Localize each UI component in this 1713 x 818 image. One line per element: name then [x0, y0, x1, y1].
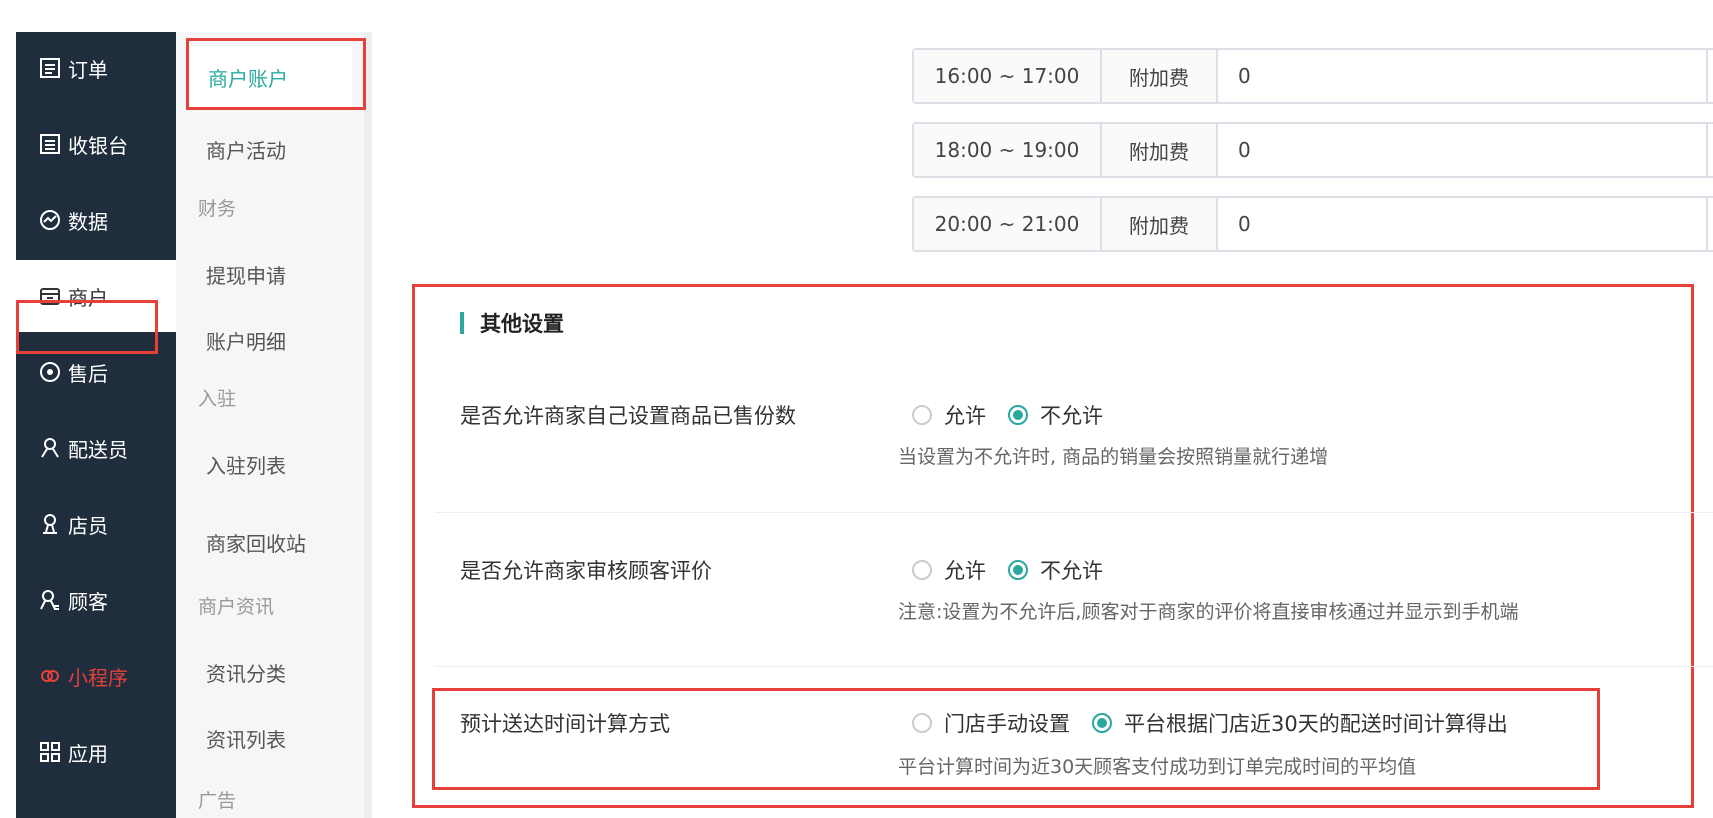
submenu-item-news-list[interactable]: 资讯列表: [206, 724, 286, 753]
sidebar-item-label: 应用: [68, 741, 108, 766]
sidebar-item-label: 售后: [68, 361, 108, 386]
radio-group-review: 允许 不允许: [912, 555, 1125, 585]
after-sales-icon: [38, 360, 62, 384]
section-accent-bar: [460, 312, 464, 334]
sidebar-item-clerk[interactable]: 店员: [16, 488, 176, 560]
setting-label-delivery-time: 预计送达时间计算方式: [460, 712, 670, 736]
radio-label: 允许: [944, 404, 986, 428]
radio-circle: [1092, 713, 1112, 733]
sidebar-item-data[interactable]: 数据: [16, 184, 176, 256]
sidebar-item-merchant[interactable]: 商户: [16, 260, 176, 332]
radio-circle: [1008, 405, 1028, 425]
sidebar-item-customer[interactable]: 顾客: [16, 564, 176, 636]
order-list-icon: [38, 56, 62, 80]
submenu-item-merchant-account[interactable]: 商户账户: [190, 46, 352, 108]
submenu-group-finance: 财务: [198, 198, 237, 220]
section-title-other-settings: 其他设置: [460, 308, 564, 338]
radio-label: 平台根据门店近30天的配送时间计算得出: [1124, 712, 1508, 736]
radio-platform-calculated[interactable]: 平台根据门店近30天的配送时间计算得出: [1092, 708, 1508, 738]
data-chart-icon: [38, 208, 62, 232]
sidebar-item-after-sales[interactable]: 售后: [16, 336, 176, 408]
time-surcharge-row: 16:00 ~ 17:00 附加费 0: [912, 48, 1713, 104]
radio-circle: [912, 713, 932, 733]
submenu-item-merchant-activity[interactable]: 商户活动: [206, 135, 286, 164]
clerk-icon: [38, 512, 62, 536]
section-title-text: 其他设置: [480, 312, 564, 336]
setting-label-sold-count: 是否允许商家自己设置商品已售份数: [460, 404, 796, 428]
submenu-item-withdraw[interactable]: 提现申请: [206, 260, 286, 289]
sidebar-item-label: 订单: [68, 57, 108, 82]
sidebar-item-label: 数据: [68, 209, 108, 234]
radio-label: 允许: [944, 559, 986, 583]
sidebar-item-apps[interactable]: 应用: [16, 716, 176, 788]
surcharge-label: 附加费: [1102, 50, 1218, 102]
surcharge-label: 附加费: [1102, 198, 1218, 250]
radio-allow-review[interactable]: 允许: [912, 555, 986, 585]
courier-icon: [38, 436, 62, 460]
surcharge-input[interactable]: 0: [1218, 124, 1708, 176]
setting-hint-sold-count: 当设置为不允许时, 商品的销量会按照销量就行递增: [898, 446, 1329, 468]
sidebar-item-label: 商户: [68, 285, 108, 310]
radio-label: 不允许: [1040, 404, 1103, 428]
sidebar-item-orders[interactable]: 订单: [16, 32, 176, 104]
surcharge-input[interactable]: 0: [1218, 50, 1708, 102]
sidebar-item-courier[interactable]: 配送员: [16, 412, 176, 484]
sidebar-item-label: 配送员: [68, 437, 128, 462]
time-range: 18:00 ~ 19:00: [914, 124, 1102, 176]
submenu-item-recycle[interactable]: 商家回收站: [206, 528, 306, 557]
submenu-group-news: 商户资讯: [198, 596, 275, 618]
submenu-item-account-detail[interactable]: 账户明细: [206, 326, 286, 355]
divider: [434, 666, 1713, 667]
setting-hint-delivery-time: 平台计算时间为近30天顾客支付成功到订单完成时间的平均值: [898, 756, 1417, 778]
radio-circle: [1008, 560, 1028, 580]
submenu-group-settle: 入驻: [198, 388, 237, 410]
radio-group-delivery-time: 门店手动设置 平台根据门店近30天的配送时间计算得出: [912, 708, 1530, 738]
radio-allow-sold-count[interactable]: 允许: [912, 400, 986, 430]
secondary-sidebar: 商户账户 商户活动 财务 提现申请 账户明细 入驻 入驻列表 商家回收站 商户资…: [176, 32, 372, 818]
submenu-item-settle-list[interactable]: 入驻列表: [206, 450, 286, 479]
sidebar-item-label: 顾客: [68, 589, 108, 614]
submenu-group-ads: 广告: [198, 790, 237, 812]
sidebar-item-cashier[interactable]: 收银台: [16, 108, 176, 180]
mini-program-icon: [38, 664, 62, 688]
sidebar-item-label: 小程序: [68, 665, 128, 690]
radio-group-sold-count: 允许 不允许: [912, 400, 1125, 430]
sidebar-item-label: 店员: [68, 513, 108, 538]
radio-label: 门店手动设置: [944, 712, 1070, 736]
divider: [434, 512, 1713, 513]
customer-icon: [38, 588, 62, 612]
submenu-item-news-category[interactable]: 资讯分类: [206, 658, 286, 687]
radio-disallow-review[interactable]: 不允许: [1008, 555, 1103, 585]
time-range: 20:00 ~ 21:00: [914, 198, 1102, 250]
surcharge-input[interactable]: 0: [1218, 198, 1708, 250]
primary-sidebar: 订单 收银台 数据 商户 售后 配送员 店员 顾客 小程序 应用: [16, 32, 176, 818]
store-icon: [38, 284, 62, 308]
radio-manual-setting[interactable]: 门店手动设置: [912, 708, 1070, 738]
cashier-icon: [38, 132, 62, 156]
surcharge-label: 附加费: [1102, 124, 1218, 176]
radio-disallow-sold-count[interactable]: 不允许: [1008, 400, 1103, 430]
setting-hint-review: 注意:设置为不允许后,顾客对于商家的评价将直接审核通过并显示到手机端: [898, 601, 1519, 623]
radio-label: 不允许: [1040, 559, 1103, 583]
time-surcharge-row: 18:00 ~ 19:00 附加费 0: [912, 122, 1713, 178]
sidebar-item-label: 收银台: [68, 133, 128, 158]
setting-label-review: 是否允许商家审核顾客评价: [460, 559, 712, 583]
radio-circle: [912, 560, 932, 580]
time-range: 16:00 ~ 17:00: [914, 50, 1102, 102]
time-surcharge-row: 20:00 ~ 21:00 附加费 0: [912, 196, 1713, 252]
radio-circle: [912, 405, 932, 425]
apps-icon: [38, 740, 62, 764]
sidebar-item-mini-program[interactable]: 小程序: [16, 640, 176, 712]
